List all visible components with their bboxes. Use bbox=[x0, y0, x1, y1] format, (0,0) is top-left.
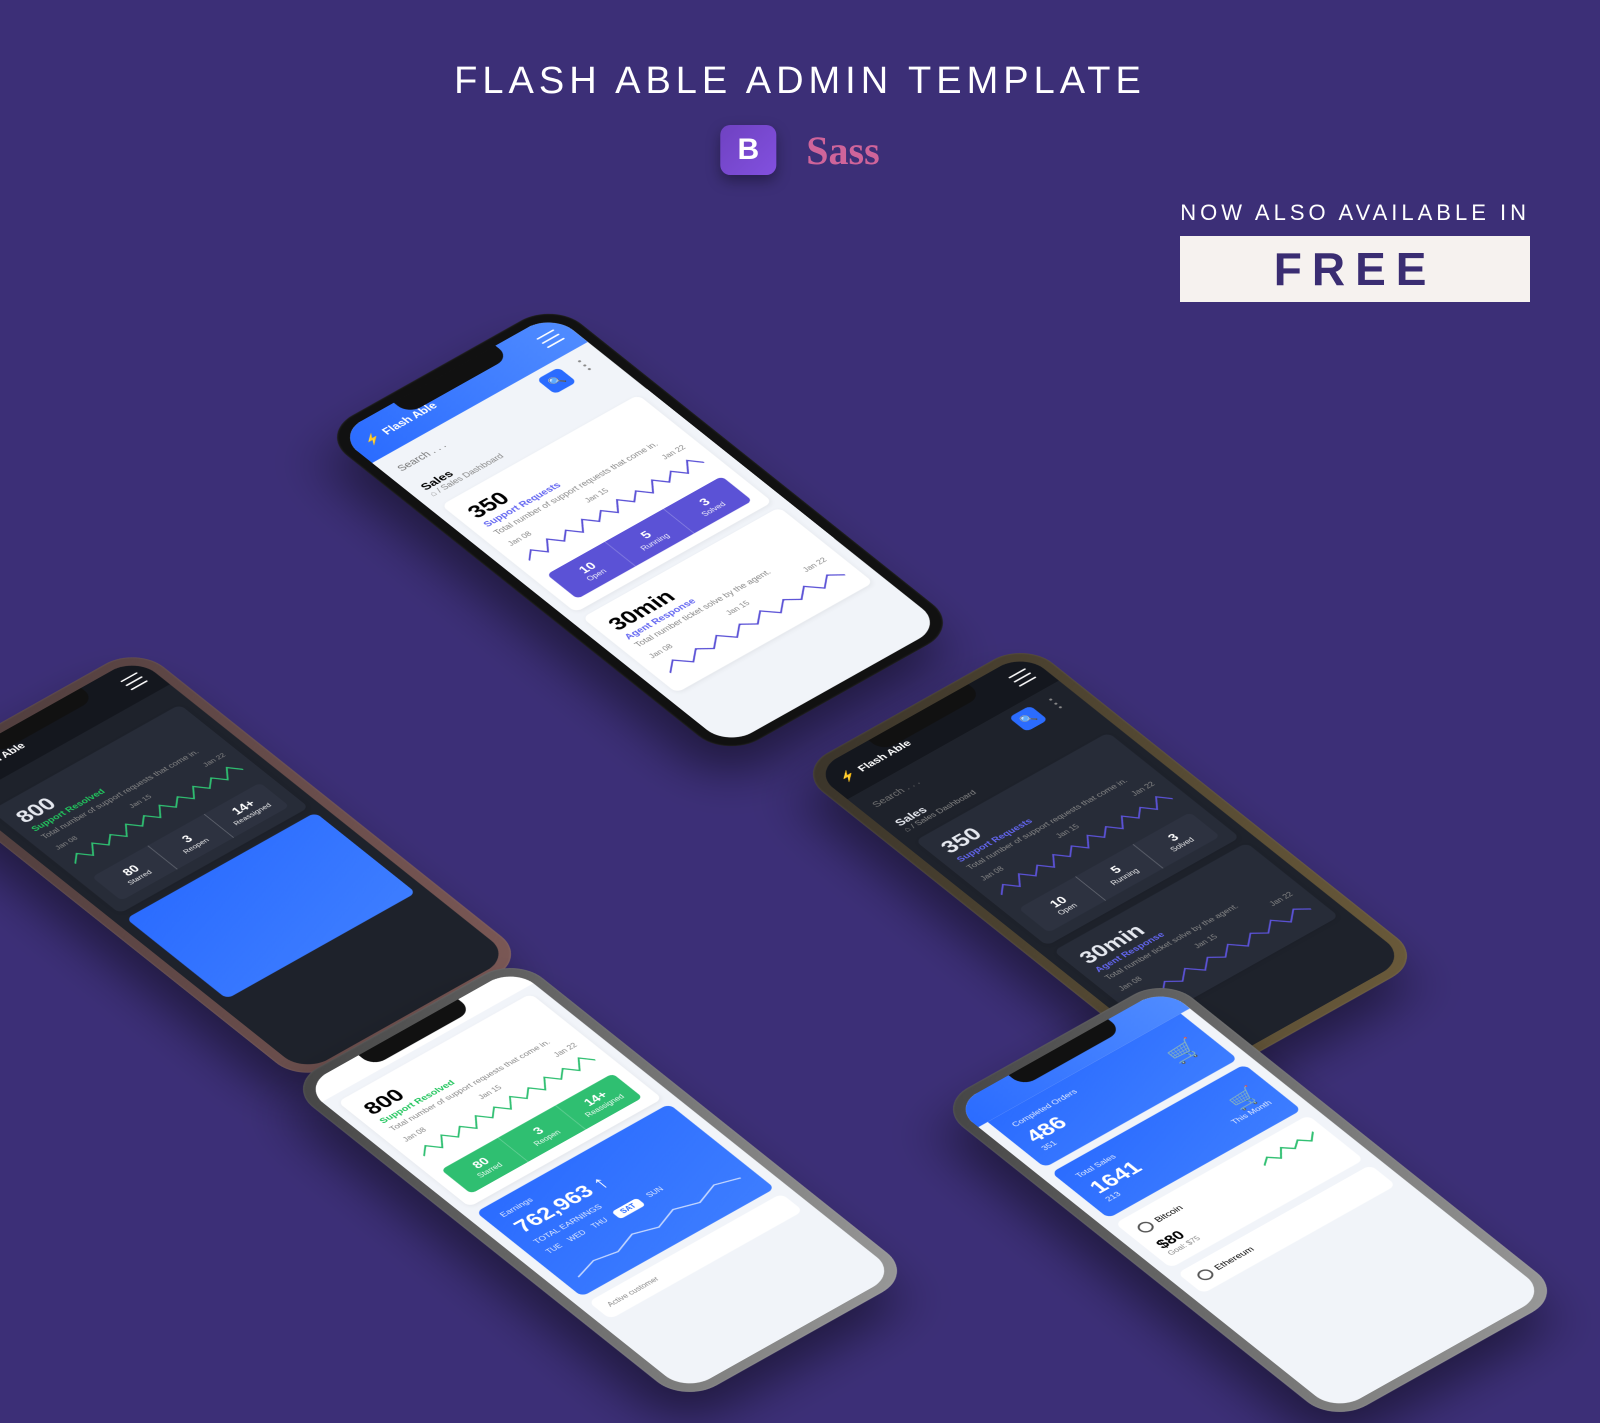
blue-summary-card bbox=[126, 812, 416, 999]
day-tue[interactable]: TUE bbox=[544, 1242, 567, 1257]
day-wed[interactable]: WED bbox=[565, 1229, 590, 1245]
headline: FLASH ABLE ADMIN TEMPLATE bbox=[454, 60, 1146, 103]
promo-subtitle: NOW ALSO AVAILABLE IN bbox=[1180, 200, 1530, 226]
phone-mockup-light-sales: ⚡Flash Able 🔍 Sales ⌂ / Sales Dashboard … bbox=[320, 302, 961, 758]
hamburger-icon[interactable] bbox=[120, 672, 148, 690]
bootstrap-icon: B bbox=[720, 125, 776, 175]
bitcoin-label: Bitcoin bbox=[1152, 1204, 1185, 1224]
ethereum-label: Ethereum bbox=[1212, 1245, 1256, 1272]
bolt-icon: ⚡ bbox=[835, 768, 859, 784]
promo-free-badge: FREE bbox=[1180, 236, 1530, 302]
bitcoin-icon bbox=[1134, 1220, 1157, 1235]
cart-icon: 🛒 bbox=[1160, 1035, 1208, 1067]
bolt-icon: ⚡ bbox=[360, 431, 385, 448]
hamburger-icon[interactable] bbox=[536, 329, 565, 348]
sass-icon: Sass bbox=[806, 127, 879, 174]
kebab-icon[interactable] bbox=[1041, 694, 1069, 713]
promo-banner: NOW ALSO AVAILABLE IN FREE bbox=[1180, 200, 1530, 302]
tech-logos: B Sass bbox=[720, 125, 879, 175]
day-sun[interactable]: SUN bbox=[644, 1185, 668, 1200]
ethereum-icon bbox=[1194, 1267, 1217, 1282]
kebab-icon[interactable] bbox=[570, 356, 599, 375]
hamburger-icon[interactable] bbox=[1008, 668, 1036, 687]
search-button[interactable]: 🔍 bbox=[537, 367, 577, 394]
day-thu[interactable]: THU bbox=[589, 1217, 612, 1232]
search-button[interactable]: 🔍 bbox=[1009, 705, 1048, 731]
